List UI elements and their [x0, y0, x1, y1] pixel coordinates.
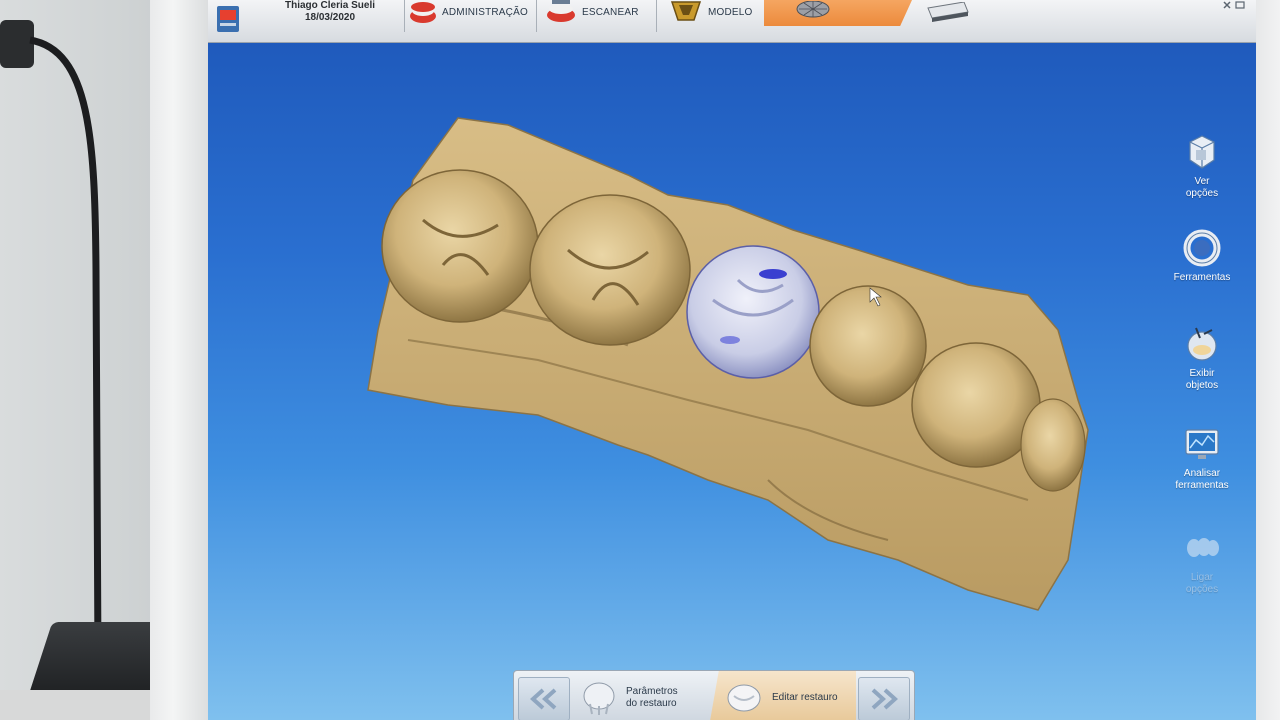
crown-edit-icon [727, 684, 761, 712]
tool-label: Ligar [1190, 572, 1214, 583]
tooth-premolar-1 [809, 285, 927, 407]
cube-icon [1189, 135, 1215, 169]
desk [0, 690, 160, 720]
tooth-molar-1 [381, 169, 539, 323]
cable [0, 20, 102, 660]
tool-label: objetos [1185, 380, 1219, 391]
previous-step-button[interactable] [518, 677, 570, 720]
tool-ferramentas[interactable]: Ferramentas [1166, 228, 1238, 284]
tool-analisar-ferramentas[interactable]: Analisar ferramentas [1166, 424, 1238, 492]
double-chevron-right-icon [871, 688, 898, 710]
objects-icon [1187, 327, 1217, 361]
nav-step-label: Parâmetros [626, 686, 678, 697]
next-step-button[interactable] [858, 677, 910, 720]
nav-step-label: do restauro [626, 698, 677, 709]
tooth-molar-2 [529, 194, 691, 346]
nav-step-parametros[interactable]: Parâmetros do restauro [580, 675, 678, 720]
crown-params-icon [583, 682, 615, 715]
monitor-bezel-left [150, 0, 208, 720]
tool-label: Exibir [1189, 368, 1215, 379]
tooth-partial [1020, 398, 1086, 492]
tool-label: Ver [1194, 176, 1210, 187]
dental-scan-3d-view[interactable] [208, 0, 1256, 720]
tool-label: Ferramentas [1173, 272, 1231, 283]
tool-label: ferramentas [1175, 480, 1229, 491]
tool-exibir-objetos[interactable]: Exibir objetos [1166, 324, 1238, 392]
tool-ligar-opcoes: Ligar opções [1166, 528, 1238, 596]
tool-label: Analisar [1183, 468, 1221, 479]
cad-screen: Thiago Cleria Sueli 18/03/2020 ADMINISTR… [208, 0, 1256, 720]
tool-label: opções [1185, 584, 1219, 595]
nav-step-label: Editar restauro [772, 692, 838, 703]
teeth-icon [1187, 538, 1219, 557]
double-chevron-left-icon [530, 688, 557, 710]
tool-ver-opcoes[interactable]: Ver opções [1166, 132, 1238, 200]
tool-label: opções [1185, 188, 1219, 199]
monitor-icon [1185, 429, 1219, 459]
monitor-bezel-right [1256, 0, 1280, 720]
nav-step-editar-restauro[interactable]: Editar restauro [724, 675, 838, 720]
ring-tool-icon [1183, 229, 1221, 267]
restoration-crown[interactable] [686, 245, 820, 379]
bottom-navigation: Parâmetros do restauro Editar restauro [513, 670, 915, 720]
